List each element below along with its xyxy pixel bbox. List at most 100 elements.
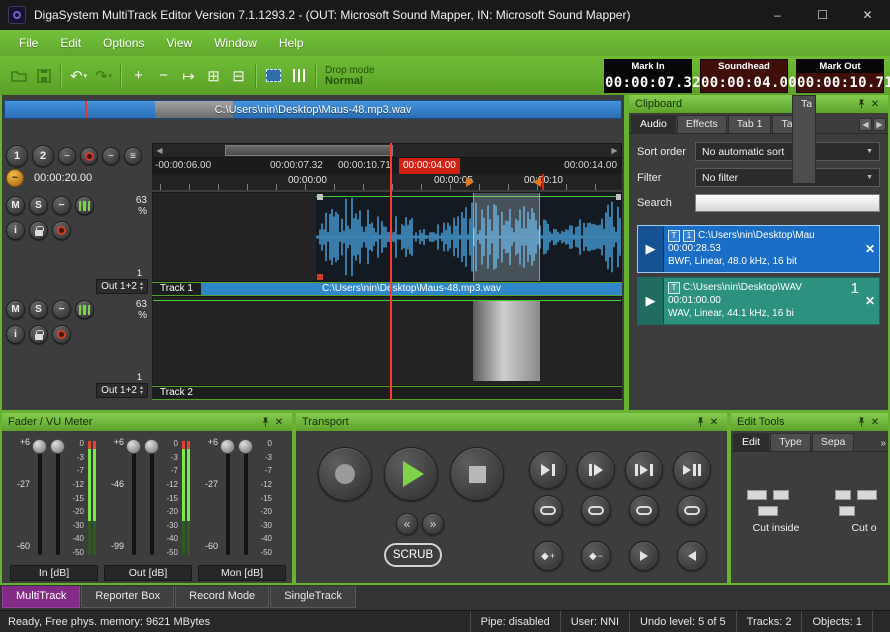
menu-view[interactable]: View [155,30,203,56]
solo-button[interactable]: S [29,196,48,215]
waveform-display-toggle[interactable]: ~ [6,169,24,187]
tab-separate[interactable]: Sepa [812,433,855,451]
fader-track[interactable] [226,443,230,555]
fader-track[interactable] [56,443,60,555]
meter-button[interactable] [75,196,94,215]
cut-inside-tool[interactable]: Cut inside [743,484,809,534]
info-button[interactable]: i [6,325,25,344]
ruler-label-row[interactable]: -00:00:06.00 00:00:07.32 00:00:10.71 00:… [152,158,622,174]
loop-button[interactable] [629,495,659,525]
audio-clip[interactable] [316,193,622,281]
remove-marker-button[interactable]: ◆− [581,541,611,571]
clip-handle[interactable] [616,194,622,200]
output-selector[interactable]: Out 1+2▴▾ [96,279,148,294]
entry-play-button[interactable]: ▶ [638,226,664,272]
menu-help[interactable]: Help [268,30,315,56]
scroll-left-icon[interactable]: ◀ [153,144,166,157]
record-arm-button[interactable] [52,325,71,344]
undo-icon[interactable]: ↶▾ [66,63,91,89]
fader-knob[interactable] [126,439,141,454]
tab-singletrack[interactable]: SingleTrack [270,586,356,608]
loop-button[interactable] [677,495,707,525]
pin-icon[interactable] [693,415,707,429]
cut-outside-tool[interactable]: Cut o [831,484,888,534]
lock-button[interactable] [29,325,48,344]
tab-record-mode[interactable]: Record Mode [175,586,269,608]
clip-handle[interactable] [317,274,323,280]
mute-button[interactable]: M [6,300,25,319]
play-marked-range-button[interactable] [625,451,663,489]
meter-button[interactable] [75,300,94,319]
collapse-tracks-button[interactable]: − [58,147,76,165]
fader-knob[interactable] [32,439,47,454]
selection-mode-icon[interactable] [261,63,286,89]
clip-handle[interactable] [317,194,323,200]
play-from-mark-in-button[interactable] [577,451,615,489]
fader-knob[interactable] [144,439,159,454]
menu-options[interactable]: Options [92,30,155,56]
filter-select[interactable]: No filter▼ [695,168,880,187]
minimize-track-button[interactable]: − [52,300,71,319]
tabs-scroll-right-icon[interactable]: ▶ [873,118,886,131]
tab-edit[interactable]: Edit [733,433,769,451]
entry-remove-button[interactable]: ✕ [861,278,879,324]
minimize-track-button[interactable]: − [52,196,71,215]
tab-effects[interactable]: Effects [677,115,727,133]
info-button[interactable]: i [6,221,25,240]
output-selector[interactable]: Out 1+2▴▾ [96,383,148,398]
overview-bar[interactable]: C:\Users\nin\Desktop\Maus-48.mp3.wav [4,100,622,119]
selection-region[interactable] [473,193,540,281]
tabs-overflow-icon[interactable]: » [880,438,886,449]
track-select-1-button[interactable]: 1 [6,145,28,167]
splitter[interactable] [727,413,731,583]
mark-out-flag[interactable] [533,177,541,187]
add-object-icon[interactable]: + [126,63,151,89]
menu-window[interactable]: Window [203,30,268,56]
track-1-lane[interactable] [152,192,622,282]
next-object-button[interactable] [629,541,659,571]
close-icon[interactable]: ✕ [868,415,882,429]
close-icon[interactable]: ✕ [868,97,882,111]
tab-3[interactable]: Ta [792,95,816,183]
play-around-soundhead-button[interactable] [673,451,711,489]
scrollbar-thumb[interactable] [225,145,393,156]
track-select-2-button[interactable]: 2 [32,145,54,167]
pin-icon[interactable] [258,415,272,429]
pin-icon[interactable] [854,415,868,429]
open-icon[interactable] [6,63,31,89]
mark-out-display[interactable]: Mark Out 00:00:10.71 [796,59,884,93]
fader-track[interactable] [38,443,42,555]
volume-envelope[interactable] [153,300,621,301]
stop-button[interactable] [450,447,504,501]
timeline-scrollbar[interactable]: ◀ ▶ [152,143,622,158]
fader-track[interactable] [150,443,154,555]
track-name[interactable]: Track 2 [152,387,201,399]
play-to-mark-in-button[interactable] [529,451,567,489]
fader-knob[interactable] [50,439,65,454]
volume-envelope[interactable] [316,196,622,197]
save-icon[interactable] [31,63,56,89]
tab-type[interactable]: Type [770,433,811,451]
record-enable-button[interactable] [80,147,98,165]
remove-object-icon[interactable]: − [151,63,176,89]
close-icon[interactable]: ✕ [272,415,286,429]
pin-icon[interactable] [854,97,868,111]
scrub-button[interactable]: SCRUB [384,543,442,567]
play-button[interactable] [384,447,438,501]
track-menu-button[interactable]: ≡ [124,147,142,165]
maximize-button[interactable]: ☐ [800,0,845,30]
track-name[interactable]: Track 1 [152,283,201,295]
channels-icon[interactable] [286,63,311,89]
add-track-icon[interactable]: ⊞ [201,63,226,89]
menu-edit[interactable]: Edit [49,30,92,56]
tabs-scroll-left-icon[interactable]: ◀ [859,118,872,131]
ruler-tick-row[interactable]: 00:00:00 00:00:05 00:00:10 [152,174,622,190]
splitter[interactable] [292,413,296,583]
mute-button[interactable]: M [6,196,25,215]
entry-play-button[interactable]: ▶ [638,278,664,324]
mark-in-display[interactable]: Mark In 00:00:07.32 [604,59,692,93]
splitter[interactable] [624,95,629,410]
track-2-lane[interactable] [152,296,622,386]
soundhead-display[interactable]: Soundhead 00:00:04.00 [700,59,788,93]
splitter[interactable] [0,410,890,413]
